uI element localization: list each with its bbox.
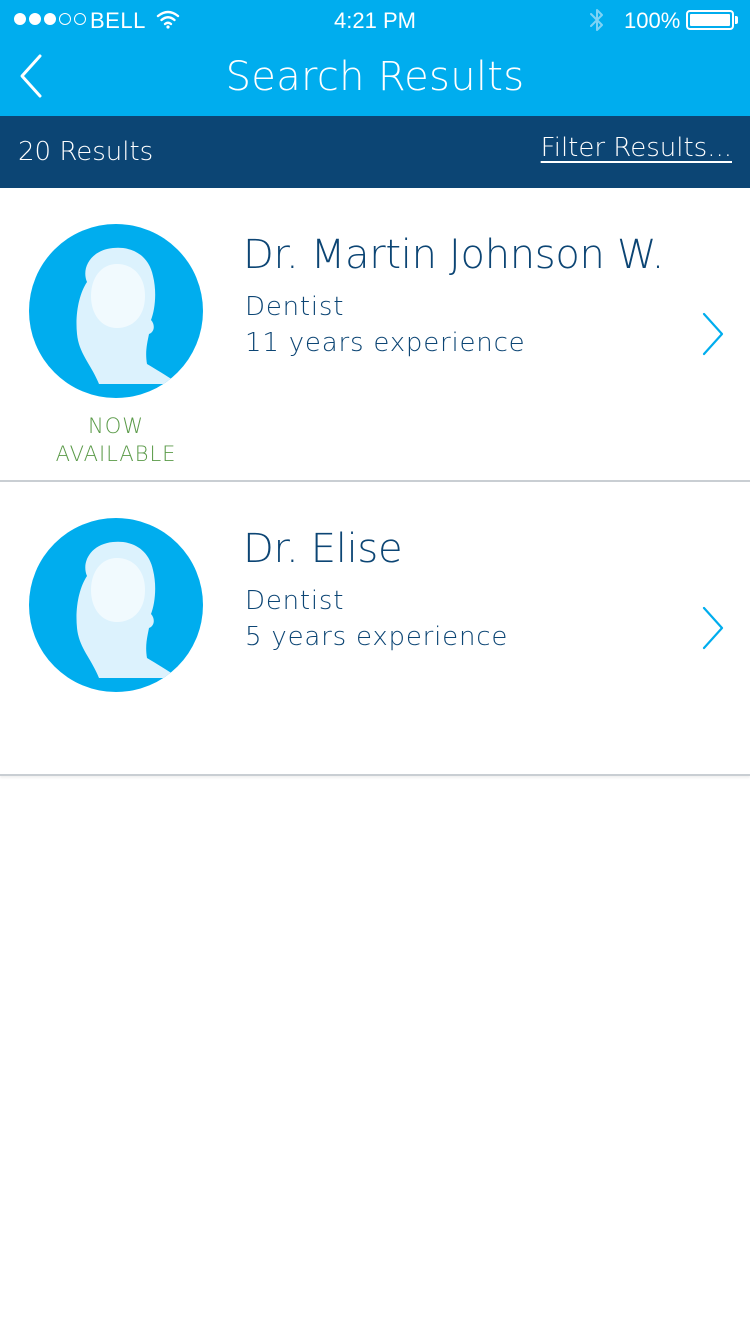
doctor-card[interactable]: Dr. Elise Dentist 5 years experience (0, 482, 750, 776)
person-silhouette-icon (29, 518, 203, 692)
bluetooth-icon (590, 9, 603, 31)
doctor-specialty: Dentist (245, 292, 345, 322)
availability-line1: NOW (87, 414, 144, 438)
doctor-experience: 11 years experience (245, 328, 526, 358)
navigation-bar: Search Results (0, 40, 750, 116)
battery-tip (735, 16, 738, 24)
availability-line2: AVAILABLE (55, 442, 177, 466)
battery-icon (686, 10, 734, 30)
page-title: Search Results (225, 54, 525, 100)
doctor-list: NOW AVAILABLE Dr. Martin Johnson W. Dent… (0, 188, 750, 776)
header: BELL 4:21 PM 100% Search Results (0, 0, 750, 116)
doctor-name: Dr. Elise (243, 526, 403, 572)
results-bar: 20 Results Filter Results... (0, 116, 750, 188)
doctor-specialty: Dentist (245, 586, 345, 616)
person-silhouette-icon (29, 224, 203, 398)
doctor-card[interactable]: NOW AVAILABLE Dr. Martin Johnson W. Dent… (0, 188, 750, 482)
app-screen: BELL 4:21 PM 100% Search Results 20 Resu… (0, 0, 750, 1334)
chevron-right-icon[interactable] (700, 312, 726, 356)
doctor-experience: 5 years experience (245, 622, 509, 652)
availability-status: NOW AVAILABLE (29, 412, 203, 468)
doctor-name: Dr. Martin Johnson W. (243, 232, 665, 278)
chevron-right-icon[interactable] (700, 606, 726, 650)
filter-results-link[interactable]: Filter Results... (541, 133, 732, 163)
battery-percentage: 100% (624, 8, 681, 33)
status-bar: BELL 4:21 PM 100% (0, 0, 750, 40)
results-count: 20 Results (18, 137, 154, 167)
